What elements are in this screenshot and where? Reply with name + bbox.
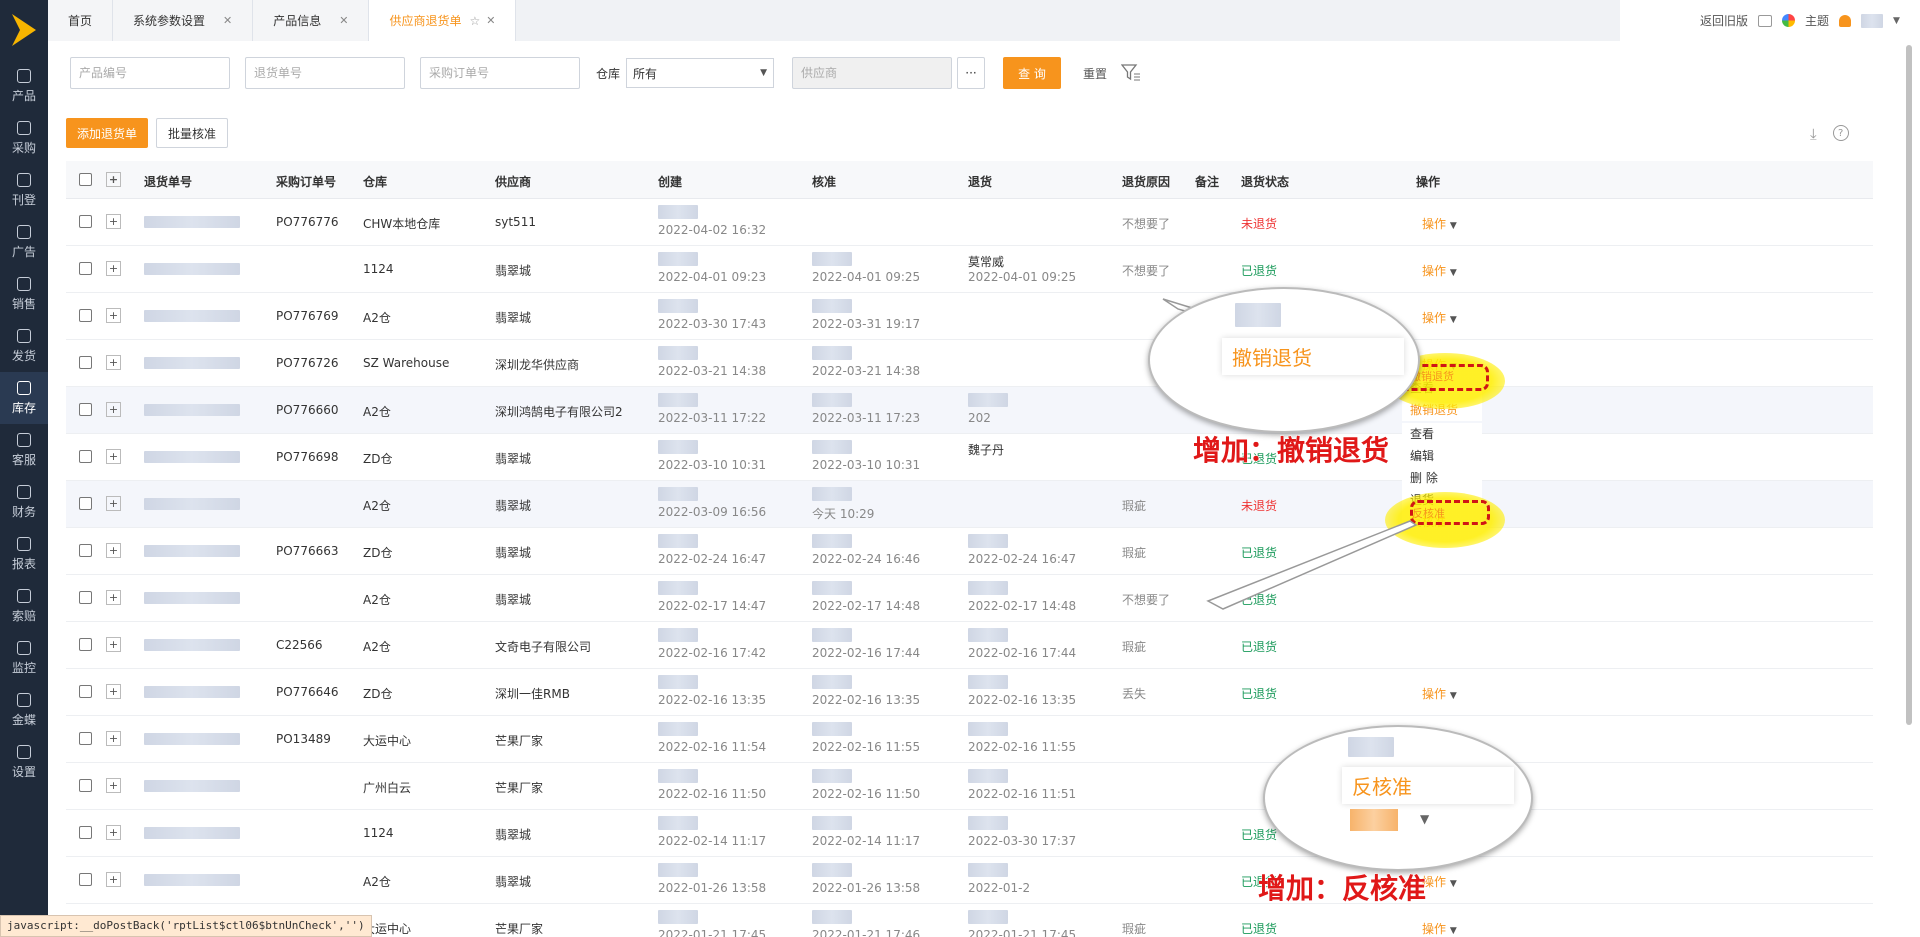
- logo-icon: [12, 14, 36, 46]
- sidebar-item-1[interactable]: 采购: [0, 112, 48, 164]
- theme-link[interactable]: 主题: [1805, 12, 1829, 29]
- sidebar-item-label: 设置: [11, 764, 36, 779]
- caret-down-icon: ▼: [1420, 812, 1430, 826]
- palette-icon[interactable]: [1782, 14, 1796, 27]
- sidebar-item-label: 销售: [11, 296, 36, 311]
- sidebar-item-label: 索赔: [11, 608, 36, 623]
- finance-icon: [17, 484, 31, 499]
- truck-icon: [17, 328, 31, 343]
- callout-unapprove: 反核准: [1342, 767, 1514, 804]
- sidebar-item-label: 发货: [11, 348, 36, 363]
- callout-cancel-return: 撤销退货: [1222, 338, 1404, 375]
- app-logo[interactable]: [0, 0, 48, 60]
- sidebar-item-2[interactable]: 刊登: [0, 164, 48, 216]
- close-icon[interactable]: ✕: [486, 14, 495, 27]
- user-icon[interactable]: [1839, 14, 1852, 27]
- monitor-icon: [17, 640, 31, 655]
- gear-icon: [17, 744, 31, 759]
- sidebar-item-11[interactable]: 监控: [0, 632, 48, 684]
- tab-system-params[interactable]: 系统参数设置 ✕: [113, 0, 254, 41]
- main-panel: 仓库 所有▼ ··· 查 询 重置 添加退货单 批量核准 ⤓ ? + 退货单号 …: [48, 41, 1898, 937]
- headset-icon: [17, 432, 31, 447]
- claim-icon: [17, 588, 31, 603]
- close-icon[interactable]: ✕: [339, 14, 348, 27]
- sidebar-item-label: 金蝶: [11, 712, 36, 727]
- kingdee-icon: [17, 692, 31, 707]
- sidebar-item-label: 客服: [11, 452, 36, 467]
- sidebar-item-label: 刊登: [11, 192, 36, 207]
- sidebar-item-label: 广告: [11, 244, 36, 259]
- sidebar-item-5[interactable]: 发货: [0, 320, 48, 372]
- bag-icon: [17, 68, 31, 83]
- sidebar-item-label: 报表: [11, 556, 36, 571]
- star-icon[interactable]: ☆: [470, 14, 481, 28]
- sidebar-item-label: 财务: [11, 504, 36, 519]
- sidebar-item-0[interactable]: 产品: [0, 60, 48, 112]
- ad-icon: [17, 224, 31, 239]
- tab-product-info[interactable]: 产品信息 ✕: [253, 0, 370, 41]
- sidebar-item-6[interactable]: 库存: [0, 372, 48, 424]
- blurred-button: [1350, 809, 1398, 831]
- browser-status-bar: javascript:__doPostBack('rptList$ctl06$b…: [0, 915, 372, 937]
- upload-icon: [17, 172, 31, 187]
- report-icon: [17, 536, 31, 551]
- tab-home[interactable]: 首页: [48, 0, 114, 41]
- sidebar: 产品采购刊登广告销售发货库存客服财务报表索赔监控金蝶设置: [0, 0, 48, 937]
- sidebar-item-9[interactable]: 报表: [0, 528, 48, 580]
- sales-icon: [17, 276, 31, 291]
- chevron-down-icon[interactable]: ▼: [1893, 16, 1900, 26]
- caption-add-cancel-return: 增加：撤销退货: [1192, 434, 1390, 468]
- scrollbar-thumb[interactable]: [1906, 45, 1912, 725]
- tab-bar: 首页 系统参数设置 ✕ 产品信息 ✕ 供应商退货单 ☆ ✕: [48, 0, 1608, 41]
- sidebar-item-4[interactable]: 销售: [0, 268, 48, 320]
- blurred-value: [1235, 303, 1281, 327]
- sidebar-item-10[interactable]: 索赔: [0, 580, 48, 632]
- sidebar-item-label: 采购: [11, 140, 36, 155]
- caption-add-unapprove: 增加：反核准: [1257, 872, 1427, 906]
- callout-connectors: [1162, 298, 1418, 610]
- sidebar-item-label: 监控: [11, 660, 36, 675]
- home-icon: [17, 380, 31, 395]
- sidebar-item-label: 产品: [11, 88, 36, 103]
- vertical-scrollbar[interactable]: [1898, 41, 1920, 937]
- sidebar-item-3[interactable]: 广告: [0, 216, 48, 268]
- tab-supplier-return[interactable]: 供应商退货单 ☆ ✕: [369, 0, 517, 41]
- sidebar-item-8[interactable]: 财务: [0, 476, 48, 528]
- cart-icon: [17, 120, 31, 135]
- username-blurred[interactable]: [1861, 13, 1884, 28]
- sidebar-item-13[interactable]: 设置: [0, 736, 48, 788]
- sidebar-item-7[interactable]: 客服: [0, 424, 48, 476]
- top-right-toolbar: 返回旧版 主题 ▼: [1620, 0, 1920, 41]
- sidebar-item-label: 库存: [11, 400, 36, 415]
- sidebar-item-12[interactable]: 金蝶: [0, 684, 48, 736]
- language-icon[interactable]: [1758, 14, 1773, 27]
- blurred-value: [1348, 737, 1394, 757]
- old-version-link[interactable]: 返回旧版: [1700, 12, 1748, 29]
- close-icon[interactable]: ✕: [223, 14, 232, 27]
